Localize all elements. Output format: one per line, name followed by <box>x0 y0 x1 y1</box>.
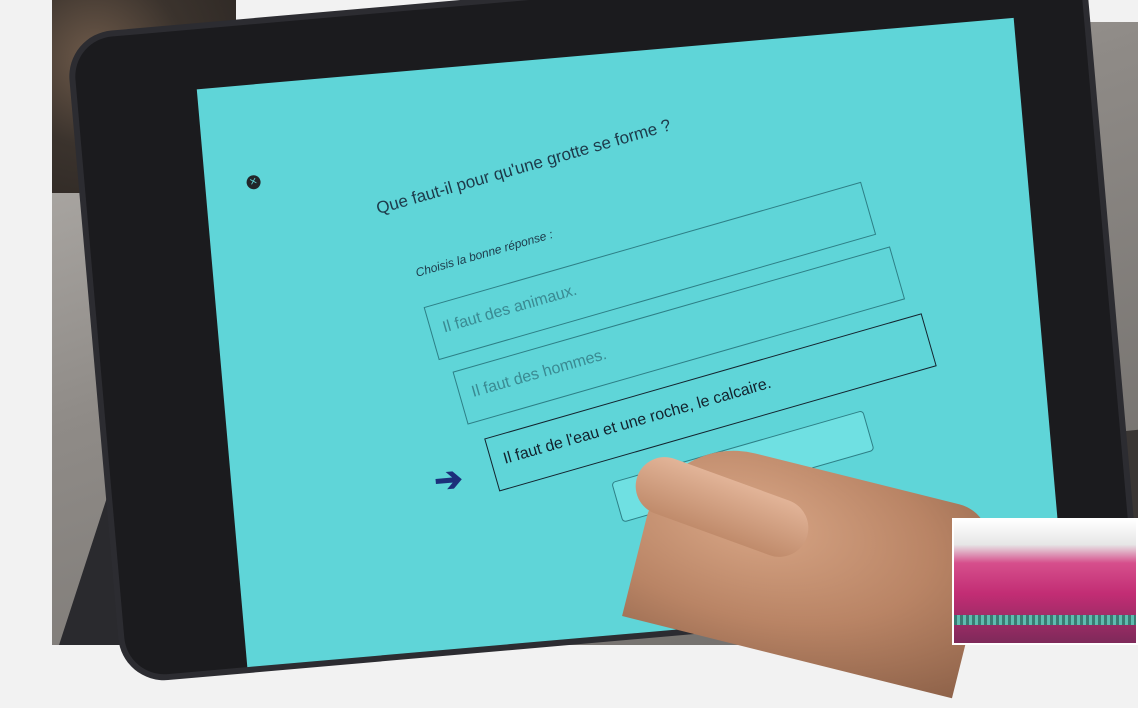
zipper <box>954 615 1136 625</box>
inset-photo-pencil-case <box>952 518 1138 645</box>
child-hair <box>8 0 48 80</box>
arrow-right-icon: ➔ <box>432 459 465 501</box>
question-text: Que faut-il pour qu'une grotte se forme … <box>374 115 674 218</box>
close-icon[interactable]: × <box>244 173 263 191</box>
instruction-text: Choisis la bonne réponse : <box>413 227 555 280</box>
